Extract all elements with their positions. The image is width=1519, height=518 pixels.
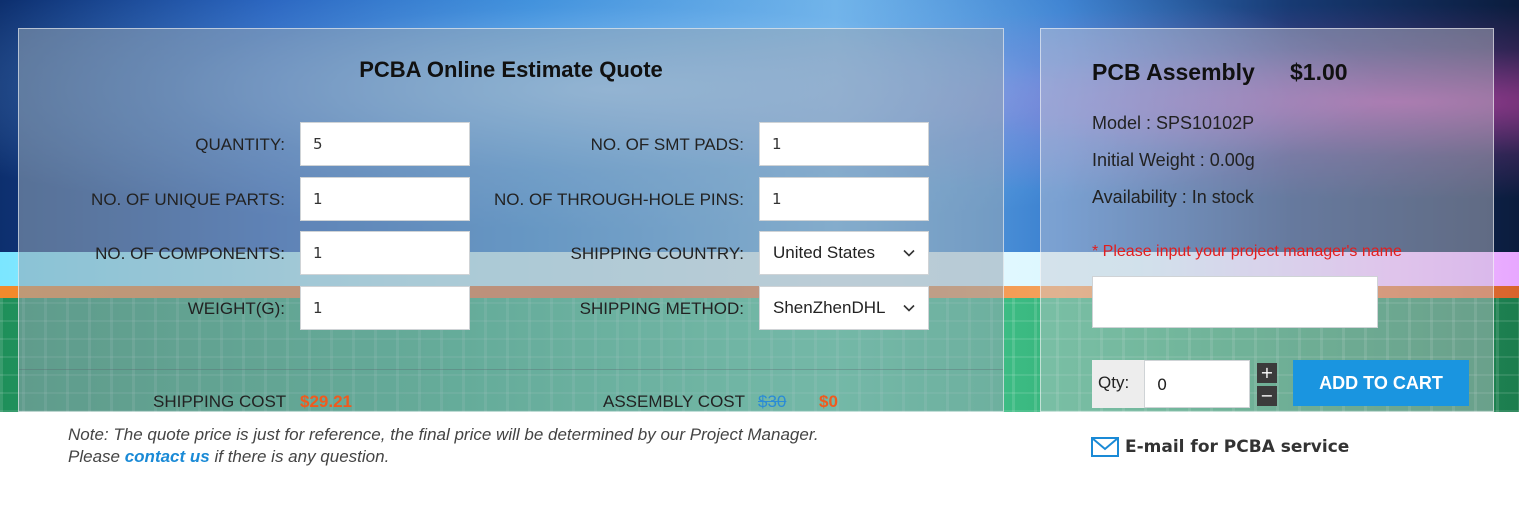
email-label: E-mail for PCBA service <box>1125 437 1350 457</box>
shipping-country-label: SHIPPING COUNTRY: <box>570 244 745 263</box>
through-hole-input[interactable] <box>759 177 929 221</box>
smt-pads-label: NO. OF SMT PADS: <box>590 135 744 154</box>
chevron-down-icon <box>903 304 915 312</box>
product-price: $1.00 <box>1290 59 1348 85</box>
product-panel: PCB Assembly $1.00 Model : SPS10102P Ini… <box>1040 28 1494 412</box>
divider <box>19 369 1003 370</box>
note-line-2: Please contact us if there is any questi… <box>68 446 968 468</box>
weight-input[interactable] <box>300 286 470 330</box>
through-hole-label: NO. OF THROUGH-HOLE PINS: <box>494 190 744 209</box>
assembly-cost-label: ASSEMBLY COST <box>603 392 746 411</box>
qty-label: Qty: <box>1098 373 1130 392</box>
assembly-cost-old-value: $30 <box>758 392 787 411</box>
qty-input[interactable] <box>1144 360 1250 408</box>
shipping-method-label: SHIPPING METHOD: <box>579 299 744 318</box>
add-to-cart-button[interactable]: ADD TO CART <box>1293 360 1469 406</box>
quote-title: PCBA Online Estimate Quote <box>359 57 663 82</box>
email-pcba-service-link[interactable]: E-mail for PCBA service <box>1091 437 1349 457</box>
qty-control: Qty: <box>1092 360 1250 408</box>
quote-panel: PCBA Online Estimate Quote QUANTITY: NO.… <box>18 28 1004 412</box>
weight-label: WEIGHT(G): <box>187 299 285 318</box>
note-line-2-prefix: Please <box>68 447 120 466</box>
qty-minus-button[interactable]: − <box>1257 386 1277 406</box>
product-title: PCB Assembly <box>1092 59 1255 85</box>
shipping-method-value: ShenZhenDHL <box>773 298 886 317</box>
components-input[interactable] <box>300 231 470 275</box>
chevron-down-icon <box>903 249 915 257</box>
pm-name-input[interactable] <box>1092 276 1378 328</box>
quote-note: Note: The quote price is just for refere… <box>68 424 968 468</box>
unique-parts-input[interactable] <box>300 177 470 221</box>
qty-plus-button[interactable]: + <box>1257 363 1277 383</box>
components-label: NO. OF COMPONENTS: <box>95 244 285 263</box>
smt-pads-input[interactable] <box>759 122 929 166</box>
pm-name-warning: * Please input your project manager's na… <box>1092 243 1402 260</box>
quantity-label: QUANTITY: <box>195 135 285 154</box>
assembly-cost-value: $0 <box>819 392 838 411</box>
shipping-method-select[interactable]: ShenZhenDHL <box>759 286 929 330</box>
contact-us-link[interactable]: contact us <box>125 447 210 466</box>
shipping-cost-value: $29.21 <box>300 392 352 411</box>
product-model: Model : SPS10102P <box>1092 113 1255 133</box>
mail-icon <box>1091 437 1119 457</box>
product-availability: Availability : In stock <box>1092 187 1254 207</box>
product-weight: Initial Weight : 0.00g <box>1092 150 1255 170</box>
unique-parts-label: NO. OF UNIQUE PARTS: <box>91 190 285 209</box>
shipping-cost-label: SHIPPING COST <box>153 392 287 411</box>
shipping-country-select[interactable]: United States <box>759 231 929 275</box>
note-line-2-suffix: if there is any question. <box>214 447 390 466</box>
note-line-1: Note: The quote price is just for refere… <box>68 425 819 444</box>
shipping-country-value: United States <box>773 243 876 262</box>
quantity-input[interactable] <box>300 122 470 166</box>
